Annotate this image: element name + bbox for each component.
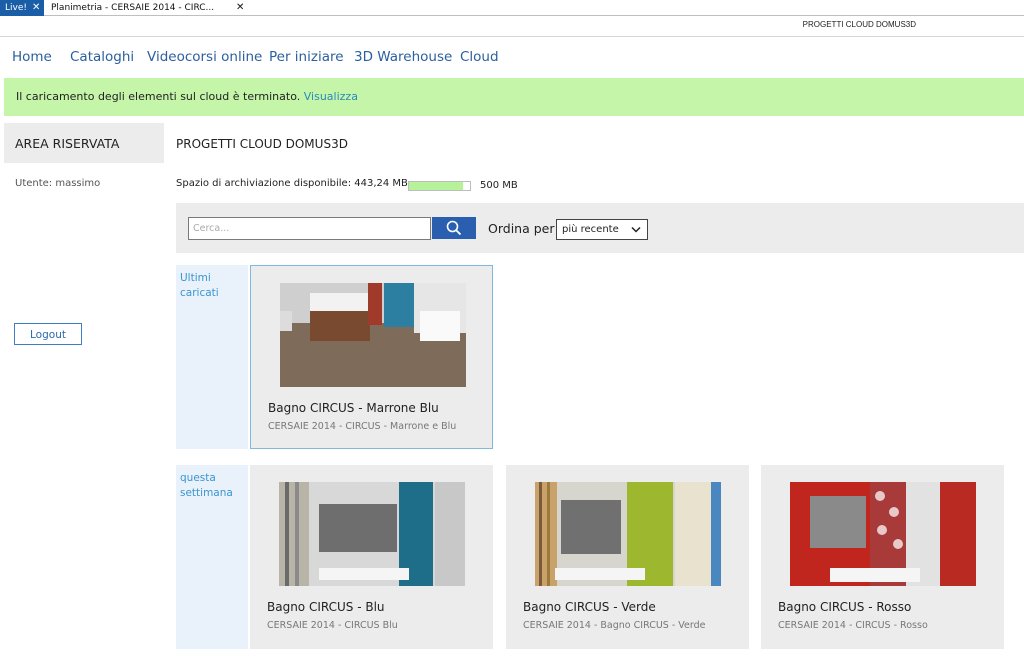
user-label: Utente: massimo [15,178,101,189]
project-thumbnail [790,482,976,586]
sort-value: più recente [562,224,619,235]
notice-message: Il caricamento degli elementi sul cloud … [16,90,301,103]
logout-button[interactable]: Logout [14,323,82,345]
project-subtitle: CERSAIE 2014 - CIRCUS - Rosso [778,620,928,631]
storage-label: Spazio di archiviazione disponibile: 443… [176,178,408,189]
group-label-week: questa settimana [176,465,248,649]
storage-bar-fill [409,182,464,190]
nav-per-iniziare[interactable]: Per iniziare [269,49,344,65]
project-name: Bagno CIRCUS - Marrone Blu [268,401,439,415]
main-nav: Home Cataloghi Videocorsi online Per ini… [0,37,1024,77]
group-label-recent: Ultimi caricati [176,265,248,449]
tab-bar: Live! ✕ Planimetria - CERSAIE 2014 - CIR… [0,0,1024,16]
chevron-down-icon [631,226,641,233]
nav-3d-warehouse[interactable]: 3D Warehouse [354,49,452,65]
sidebar-title: AREA RISERVATA [15,136,120,151]
storage-max: 500 MB [480,180,518,191]
project-name: Bagno CIRCUS - Rosso [778,600,912,614]
search-icon [446,220,462,236]
sort-select[interactable]: più recente [556,219,648,240]
project-name: Bagno CIRCUS - Blu [267,600,385,614]
page-title: PROGETTI CLOUD DOMUS3D [176,137,348,151]
nav-videocorsi[interactable]: Videocorsi online [147,49,262,65]
tab-planimetria-label: Planimetria - CERSAIE 2014 - CIRC... [51,3,215,13]
filter-bar: Ordina per più recente [176,203,1024,253]
project-thumbnail [535,482,721,586]
window-title: PROGETTI CLOUD DOMUS3D [802,20,916,29]
project-card[interactable]: Bagno CIRCUS - Verde CERSAIE 2014 - Bagn… [506,465,749,649]
upload-notice: Il caricamento degli elementi sul cloud … [4,78,1024,116]
project-thumbnail [279,482,465,586]
project-name: Bagno CIRCUS - Verde [523,600,656,614]
tab-live-label: Live! [5,3,27,13]
notice-view-link[interactable]: Visualizza [304,90,358,103]
project-card[interactable]: Bagno CIRCUS - Blu CERSAIE 2014 - CIRCUS… [250,465,493,649]
window-title-bar: PROGETTI CLOUD DOMUS3D [0,16,1024,37]
nav-cataloghi[interactable]: Cataloghi [70,49,134,65]
storage-bar [408,181,471,191]
tab-planimetria[interactable]: Planimetria - CERSAIE 2014 - CIRC... ✕ [46,0,244,16]
project-subtitle: CERSAIE 2014 - CIRCUS - Marrone e Blu [268,421,457,432]
project-card[interactable]: Bagno CIRCUS - Marrone Blu CERSAIE 2014 … [250,265,493,449]
search-button[interactable] [432,217,476,239]
nav-home[interactable]: Home [12,49,52,65]
search-input[interactable] [188,217,431,240]
sidebar-header: AREA RISERVATA [4,123,164,163]
close-icon[interactable]: ✕ [32,0,40,16]
sort-label: Ordina per [488,221,555,236]
nav-cloud[interactable]: Cloud [460,49,499,65]
project-subtitle: CERSAIE 2014 - CIRCUS Blu [267,620,398,631]
project-card[interactable]: Bagno CIRCUS - Rosso CERSAIE 2014 - CIRC… [761,465,1004,649]
tab-live[interactable]: Live! ✕ [0,0,44,16]
project-thumbnail [280,283,466,387]
project-subtitle: CERSAIE 2014 - Bagno CIRCUS - Verde [523,620,706,631]
close-icon[interactable]: ✕ [236,0,244,16]
